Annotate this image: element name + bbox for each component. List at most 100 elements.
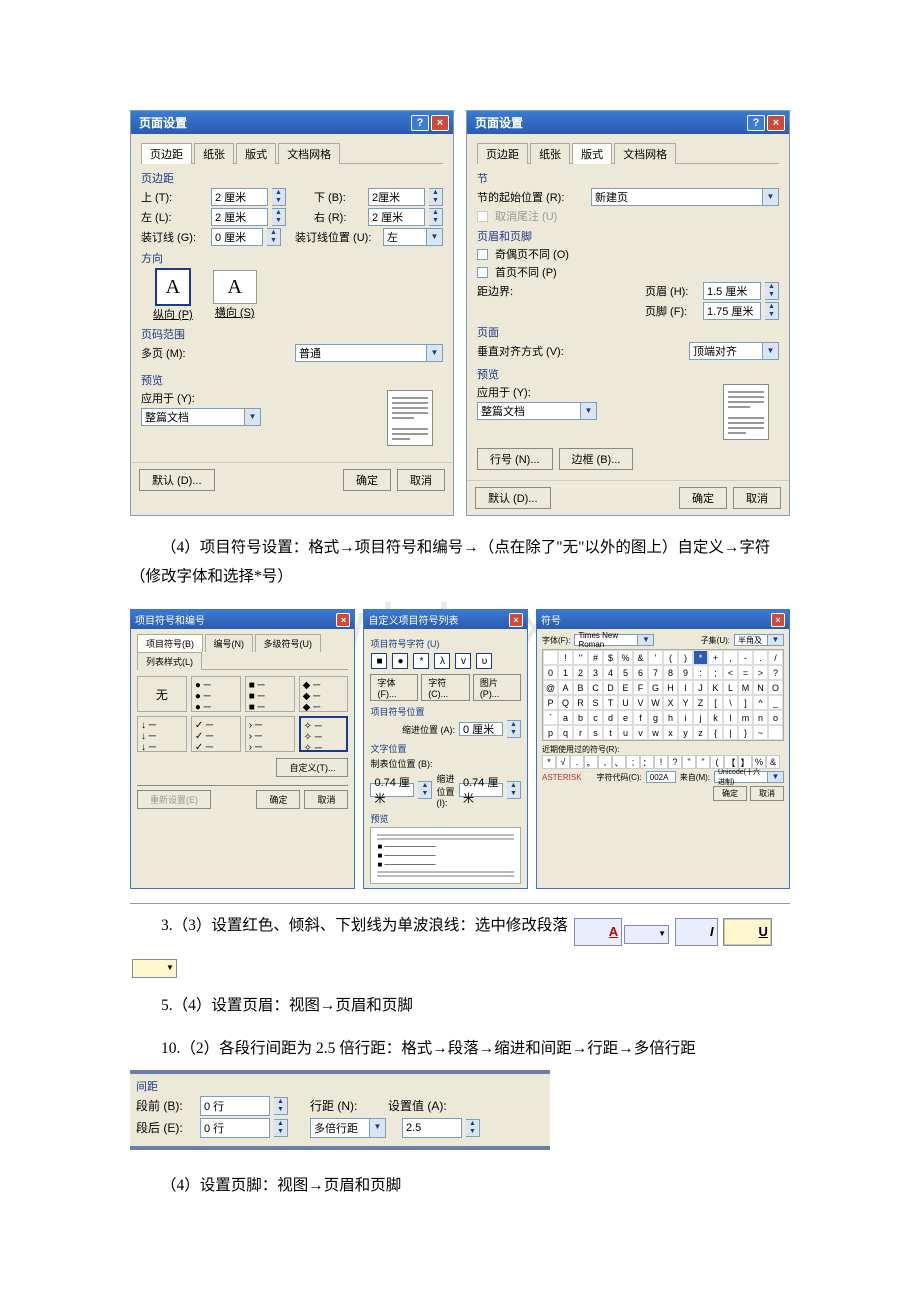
symbol-cell[interactable]: 3 bbox=[588, 665, 603, 680]
recent-symbol[interactable]: ： bbox=[640, 755, 654, 769]
gutter-input[interactable]: 0 厘米 bbox=[211, 228, 263, 246]
close-button[interactable]: × bbox=[431, 115, 449, 131]
dropdown-arrow-icon[interactable]: ▼ bbox=[638, 634, 654, 646]
symbol-cell[interactable]: I bbox=[678, 680, 693, 695]
symbol-cell[interactable]: T bbox=[603, 695, 618, 710]
symbol-cell[interactable]: q bbox=[558, 725, 573, 740]
symbol-cell[interactable]: { bbox=[708, 725, 723, 740]
dropdown-arrow-icon[interactable]: ▼ bbox=[763, 342, 779, 360]
from-select[interactable]: Unicode(十六进制) bbox=[714, 771, 768, 783]
symbol-cell[interactable]: U bbox=[618, 695, 633, 710]
recent-symbol[interactable]: ? bbox=[668, 755, 682, 769]
help-button[interactable]: ? bbox=[747, 115, 765, 131]
font-color-icon[interactable]: A bbox=[574, 918, 622, 946]
symbol-cell[interactable]: Y bbox=[678, 695, 693, 710]
gutter-spinner[interactable]: ▲▼ bbox=[267, 228, 281, 246]
symbol-cell[interactable]: i bbox=[678, 710, 693, 725]
symbol-cell[interactable]: 4 bbox=[603, 665, 618, 680]
symbol-cell[interactable]: n bbox=[753, 710, 768, 725]
symbol-cell[interactable]: 2 bbox=[573, 665, 588, 680]
setvalue-input[interactable]: 2.5 bbox=[402, 1118, 462, 1138]
cancel-button[interactable]: 取消 bbox=[304, 790, 348, 809]
orientation-portrait[interactable]: A bbox=[155, 268, 191, 306]
symbol-cell[interactable]: @ bbox=[543, 680, 558, 695]
symbol-cell[interactable]: g bbox=[648, 710, 663, 725]
right-input[interactable]: 2 厘米 bbox=[368, 208, 425, 226]
symbol-cell[interactable]: ] bbox=[738, 695, 753, 710]
footer-spinner[interactable]: ▲▼ bbox=[765, 302, 779, 320]
gutter-pos-select[interactable]: 左 bbox=[383, 228, 427, 246]
multipage-select[interactable]: 普通 bbox=[295, 344, 427, 362]
symbol-cell[interactable]: , bbox=[723, 650, 738, 665]
symbol-cell[interactable]: W bbox=[648, 695, 663, 710]
ok-button[interactable]: 确定 bbox=[679, 487, 727, 509]
right-spinner[interactable]: ▲▼ bbox=[429, 208, 443, 226]
code-input[interactable]: 002A bbox=[646, 771, 676, 783]
symbol-cell[interactable]: ) bbox=[678, 650, 693, 665]
char-option[interactable]: λ bbox=[434, 653, 450, 669]
left-spinner[interactable]: ▲▼ bbox=[272, 208, 286, 226]
symbol-cell[interactable]: H bbox=[663, 680, 678, 695]
symbol-cell[interactable]: _ bbox=[768, 695, 783, 710]
symbol-cell[interactable]: $ bbox=[603, 650, 618, 665]
symbol-cell[interactable] bbox=[543, 650, 558, 665]
symbol-cell[interactable]: C bbox=[588, 680, 603, 695]
bottom-spinner[interactable]: ▲▼ bbox=[429, 188, 443, 206]
dropdown-arrow-icon[interactable]: ▼ bbox=[245, 408, 261, 426]
symbol-cell[interactable]: w bbox=[648, 725, 663, 740]
tab-numbering[interactable]: 编号(N) bbox=[205, 634, 254, 652]
char-option[interactable]: * bbox=[413, 653, 429, 669]
dropdown-arrow-icon[interactable]: ▼ bbox=[763, 188, 779, 206]
char-option[interactable]: υ bbox=[476, 653, 492, 669]
symbol-cell[interactable]: ? bbox=[768, 665, 783, 680]
symbol-cell[interactable]: h bbox=[663, 710, 678, 725]
symbol-cell[interactable]: # bbox=[588, 650, 603, 665]
char-option[interactable]: v bbox=[455, 653, 471, 669]
indent2-input[interactable]: 0.74 厘米 bbox=[459, 783, 503, 797]
dropdown-arrow-icon[interactable]: ▼ bbox=[370, 1118, 386, 1138]
cancel-button[interactable]: 取消 bbox=[733, 487, 781, 509]
bullet-diamond[interactable]: ◆ ─◆ ─◆ ─ bbox=[299, 676, 349, 712]
tab-grid[interactable]: 文档网格 bbox=[614, 143, 676, 164]
tab-margins[interactable]: 页边距 bbox=[141, 143, 192, 164]
symbol-cell[interactable]: b bbox=[573, 710, 588, 725]
symbol-cell[interactable]: 8 bbox=[663, 665, 678, 680]
symbol-cell[interactable]: A bbox=[558, 680, 573, 695]
symbol-cell[interactable]: y bbox=[678, 725, 693, 740]
symbol-cell[interactable]: 5 bbox=[618, 665, 633, 680]
dropdown-arrow-icon[interactable]: ▼ bbox=[427, 344, 443, 362]
bullet-square[interactable]: ■ ─■ ─■ ─ bbox=[245, 676, 295, 712]
symbol-cell[interactable]: M bbox=[738, 680, 753, 695]
close-button[interactable]: × bbox=[771, 613, 785, 627]
underline-icon[interactable]: U bbox=[723, 918, 771, 946]
symbol-cell[interactable]: ' bbox=[648, 650, 663, 665]
help-button[interactable]: ? bbox=[411, 115, 429, 131]
tab-liststyle[interactable]: 列表样式(L) bbox=[137, 652, 202, 670]
italic-icon[interactable]: I bbox=[675, 918, 718, 946]
symbol-cell[interactable]: R bbox=[573, 695, 588, 710]
close-button[interactable]: × bbox=[509, 613, 523, 627]
recent-symbol[interactable]: 。 bbox=[584, 755, 598, 769]
left-input[interactable]: 2 厘米 bbox=[211, 208, 268, 226]
symbol-cell[interactable]: / bbox=[768, 650, 783, 665]
recent-symbol[interactable]: ! bbox=[654, 755, 668, 769]
symbol-cell[interactable]: z bbox=[693, 725, 708, 740]
symbol-cell[interactable]: | bbox=[723, 725, 738, 740]
symbol-cell[interactable]: D bbox=[603, 680, 618, 695]
tab-grid[interactable]: 文档网格 bbox=[278, 143, 340, 164]
color-dropdown-icon[interactable]: ▼ bbox=[624, 925, 669, 944]
char-button[interactable]: 字符(C)... bbox=[421, 674, 470, 701]
indent-input[interactable]: 0 厘米 bbox=[459, 722, 503, 736]
symbol-cell[interactable]: K bbox=[708, 680, 723, 695]
sectstart-select[interactable]: 新建页 bbox=[591, 188, 763, 206]
symbol-cell[interactable]: m bbox=[738, 710, 753, 725]
symbol-cell[interactable]: > bbox=[753, 665, 768, 680]
close-button[interactable]: × bbox=[336, 613, 350, 627]
tab-paper[interactable]: 纸张 bbox=[194, 143, 234, 164]
symbol-cell[interactable]: a bbox=[558, 710, 573, 725]
symbol-cell[interactable]: ~ bbox=[753, 725, 768, 740]
symbol-cell[interactable]: e bbox=[618, 710, 633, 725]
symbol-cell[interactable]: k bbox=[708, 710, 723, 725]
symbol-cell[interactable]: 1 bbox=[558, 665, 573, 680]
symbol-cell[interactable]: 7 bbox=[648, 665, 663, 680]
